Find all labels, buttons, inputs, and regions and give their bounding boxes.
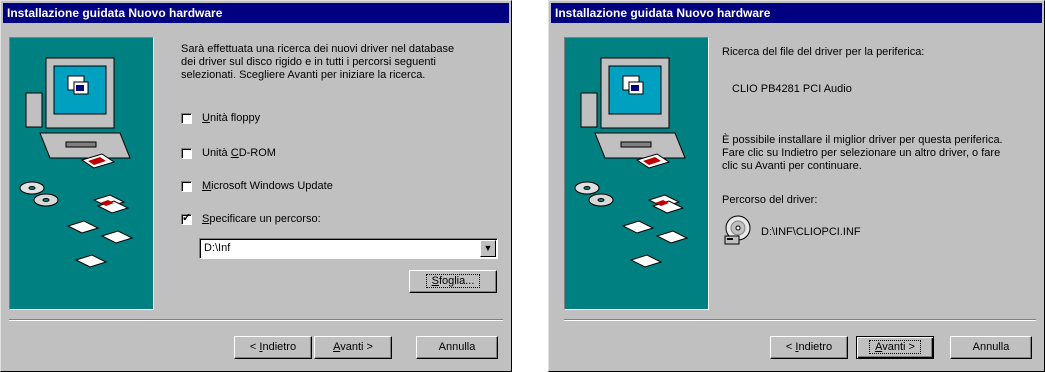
next-button[interactable]: Avanti > <box>314 336 392 359</box>
dialog-title: Installazione guidata Nuovo hardware <box>551 3 1042 23</box>
checkbox-cdrom[interactable]: Unità CD-ROM <box>181 146 276 160</box>
checkbox-box[interactable] <box>181 112 192 124</box>
computer-and-disks-icon <box>574 57 689 268</box>
back-label: < Indietro <box>785 341 833 353</box>
separator <box>564 319 1036 321</box>
path-combobox[interactable]: D:\Inf ▼ <box>199 238 498 259</box>
back-button[interactable]: < Indietro <box>234 336 312 359</box>
cancel-button[interactable]: Annulla <box>416 336 498 359</box>
description-line: dei driver sul disco rigido e in tutti i… <box>181 56 436 68</box>
browse-label: Sfoglia... <box>425 274 481 288</box>
driver-path-label: Percorso del driver: <box>722 194 818 206</box>
checkbox-box[interactable] <box>181 180 192 192</box>
checkbox-windows-update[interactable]: Microsoft Windows Update <box>181 179 333 193</box>
next-label: Avanti > <box>333 341 373 353</box>
wizard-dialog-left: Installazione guidata Nuovo hardware Sar… <box>0 0 512 372</box>
driver-path: D:\INF\CLIOPCI.INF <box>761 226 861 238</box>
back-button[interactable]: < Indietro <box>770 336 848 359</box>
checkmark-icon: ✓ <box>182 211 192 224</box>
next-label: Avanti > <box>869 340 921 354</box>
wizard-illustration <box>564 37 709 310</box>
description-line: Sarà effettuata una ricerca dei nuovi dr… <box>181 43 455 55</box>
info-text: È possibile installare il miglior driver… <box>722 134 1032 173</box>
search-description: Sarà effettuata una ricerca dei nuovi dr… <box>181 43 501 82</box>
checkbox-specify-path[interactable]: ✓ Specificare un percorso: <box>181 212 321 226</box>
device-name: CLIO PB4281 PCI Audio <box>732 83 852 95</box>
checkbox-label: Unità floppy <box>202 112 261 124</box>
driver-file-icon <box>724 215 751 245</box>
info-line: clic su Avanti per continuare. <box>722 160 862 172</box>
checkbox-floppy[interactable]: Unità floppy <box>181 111 260 125</box>
checkbox-label: Microsoft Windows Update <box>202 180 333 192</box>
info-line: È possibile installare il miglior driver… <box>722 134 1003 146</box>
dropdown-arrow-icon[interactable]: ▼ <box>480 240 496 257</box>
wizard-dialog-right: Installazione guidata Nuovo hardware Ric <box>548 0 1045 372</box>
search-label: Ricerca del file del driver per la perif… <box>722 46 925 58</box>
checkbox-box[interactable] <box>181 147 192 159</box>
dialog-title: Installazione guidata Nuovo hardware <box>3 3 509 23</box>
computer-and-disks-icon <box>19 57 134 268</box>
description-line: selezionati. Scegliere Avanti per inizia… <box>181 69 426 81</box>
back-label: < Indietro <box>249 341 297 353</box>
next-button[interactable]: Avanti > <box>856 336 934 359</box>
separator <box>9 319 503 321</box>
info-line: Fare clic su Indietro per selezionare un… <box>722 147 1001 159</box>
wizard-illustration <box>9 37 154 310</box>
checkbox-label: Unità CD-ROM <box>202 147 276 159</box>
checkbox-label: Specificare un percorso: <box>202 213 321 225</box>
cancel-button[interactable]: Annulla <box>950 336 1032 359</box>
browse-button[interactable]: Sfoglia... <box>409 270 497 293</box>
checkbox-box[interactable]: ✓ <box>181 211 192 225</box>
path-input[interactable]: D:\Inf <box>204 242 230 254</box>
